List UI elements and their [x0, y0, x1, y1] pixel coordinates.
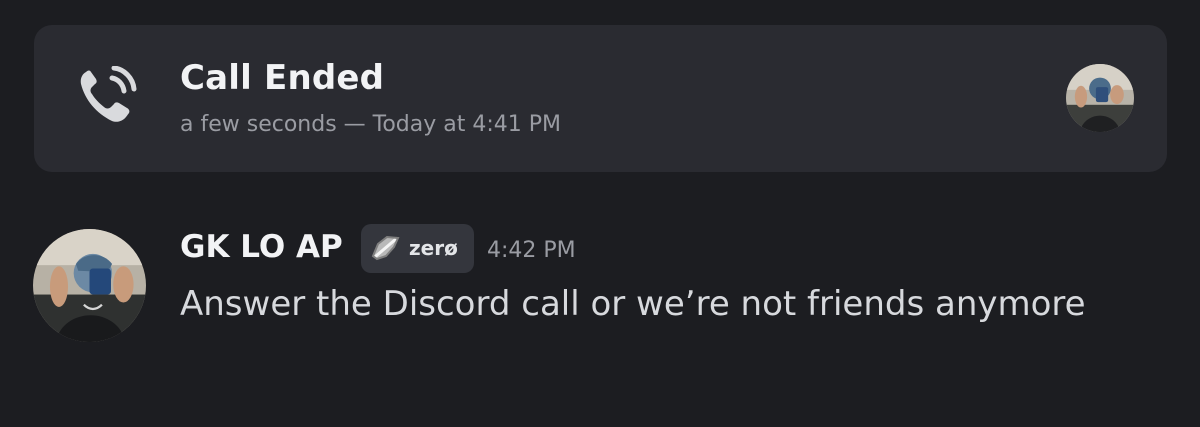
- message-author[interactable]: GK LO AP: [180, 229, 343, 265]
- server-tag-label: zerø: [409, 236, 458, 260]
- leaf-icon: [371, 235, 400, 261]
- call-participant-avatar[interactable]: [1066, 64, 1134, 132]
- call-ended-title: Call Ended: [180, 58, 385, 98]
- discord-chat-view: Call Ended a few seconds — Today at 4:41…: [0, 0, 1200, 427]
- server-tag-badge[interactable]: zerø: [361, 224, 474, 273]
- author-avatar[interactable]: [33, 229, 146, 342]
- phone-call-icon: [80, 66, 137, 122]
- message-timestamp: 4:42 PM: [487, 238, 576, 263]
- call-duration-timestamp: a few seconds — Today at 4:41 PM: [180, 112, 562, 137]
- message-body: Answer the Discord call or we’re not fri…: [180, 284, 1086, 324]
- call-ended-card: [34, 25, 1167, 172]
